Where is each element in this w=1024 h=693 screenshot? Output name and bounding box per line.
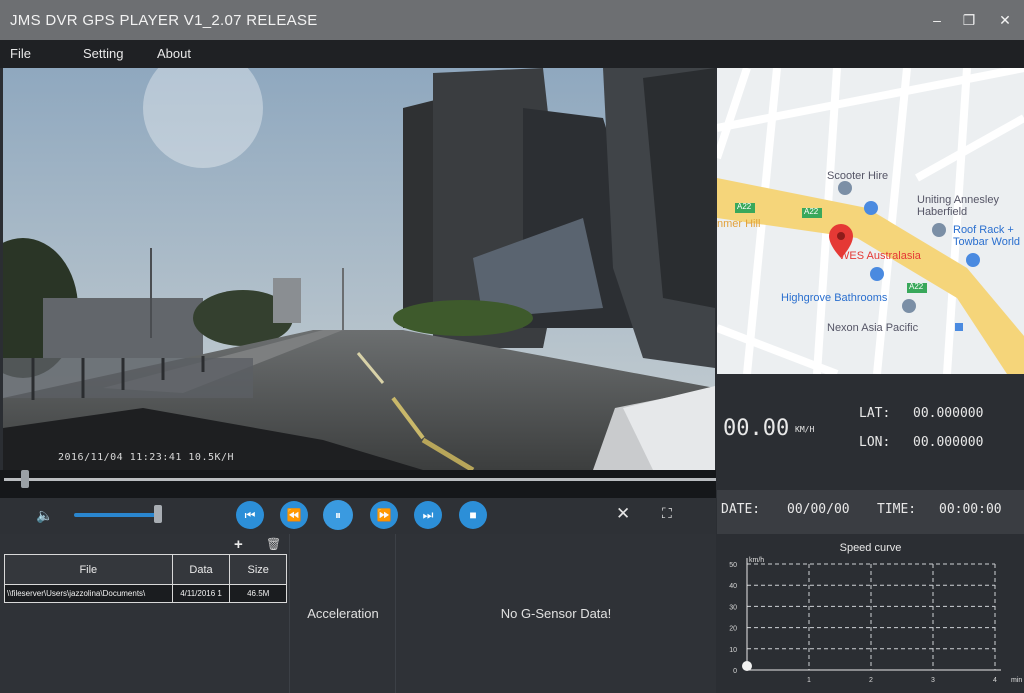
longitude-label: LON: (859, 435, 891, 450)
next-button[interactable]: ⏭ (414, 501, 442, 529)
y-tick-label: 0 (733, 668, 737, 675)
speed-data-point (742, 661, 752, 671)
gps-info-panel: 00.00 KM/H LAT: 00.000000 LON: 00.000000… (717, 374, 1024, 534)
dashcam-scene (3, 68, 715, 470)
pause-button[interactable]: ⏸ (323, 500, 353, 530)
file-list-panel: + 🗑 File Data Size \\fileserver\Users\ja… (0, 534, 290, 693)
video-frame[interactable] (3, 68, 715, 470)
window-title: JMS DVR GPS PLAYER V1_2.07 RELEASE (10, 12, 318, 29)
bottom-panel: + 🗑 File Data Size \\fileserver\Users\ja… (0, 534, 716, 693)
file-size-cell[interactable]: 46.5M (229, 584, 287, 603)
date-label: DATE: (721, 502, 761, 517)
map-label-scooter-hire: Scooter Hire (827, 170, 889, 182)
latitude-label: LAT: (859, 406, 891, 421)
file-path-cell[interactable]: \\fileserver\Users\jazzolina\Documents\ (4, 584, 173, 603)
maximize-button[interactable]: ❐ (956, 8, 982, 32)
map-label-road-a22-1: A22 (737, 202, 752, 211)
map-label-road-a22-3: A22 (909, 282, 924, 291)
speed-readout: 00.00 (723, 416, 790, 441)
menu-setting[interactable]: Setting (83, 46, 123, 61)
volume-slider[interactable] (74, 513, 158, 517)
add-file-button[interactable]: + (234, 536, 243, 553)
close-video-button[interactable]: ✕ (616, 504, 630, 524)
y-axis-label: km/h (749, 557, 764, 564)
menu-bar: File Setting About (0, 40, 1024, 68)
y-tick-label: 20 (729, 626, 737, 633)
file-table: File Data Size \\fileserver\Users\jazzol… (4, 554, 287, 603)
y-tick-label: 50 (729, 562, 737, 569)
menu-about[interactable]: About (157, 46, 191, 61)
minimize-button[interactable]: – (924, 8, 950, 32)
menu-file[interactable]: File (10, 46, 31, 61)
date-value: 00/00/00 (787, 502, 850, 517)
map-label-highgrove: Highgrove Bathrooms (781, 292, 888, 304)
file-date-cell[interactable]: 4/11/2016 1 (171, 584, 231, 603)
seek-track[interactable] (4, 478, 716, 481)
date-time-row: DATE: 00/00/00 TIME: 00:00:00 (717, 490, 1024, 534)
close-window-button[interactable]: ✕ (992, 8, 1018, 32)
seek-handle[interactable] (21, 470, 30, 488)
time-label: TIME: (877, 502, 917, 517)
speed-unit: KM/H (795, 425, 815, 434)
x-tick-label: 3 (931, 677, 935, 684)
stop-button[interactable]: ■ (459, 501, 487, 529)
speaker-icon[interactable]: 🔈 (36, 507, 53, 523)
seek-bar[interactable] (0, 470, 716, 498)
time-value: 00:00:00 (939, 502, 1002, 517)
map-label-uniting: Uniting Annesley Haberfield (917, 194, 999, 218)
longitude-value: 00.000000 (913, 435, 984, 450)
map-label-hill: nmer Hill (717, 218, 761, 230)
speed-curve-panel: Speed curve 0 10 20 30 40 50 1 2 3 4 km/h min (717, 534, 1024, 693)
column-header-data[interactable]: Data (171, 554, 231, 585)
map-view[interactable]: Scooter Hire Uniting Annesley Haberfield… (717, 68, 1024, 374)
map-label-road-a22-2: A22 (804, 207, 819, 216)
fullscreen-button[interactable]: ⛶ (662, 505, 672, 522)
delete-file-icon[interactable]: 🗑 (266, 537, 281, 551)
y-tick-label: 30 (729, 604, 737, 611)
x-tick-label: 1 (807, 677, 811, 684)
rewind-button[interactable]: ⏪ (280, 501, 308, 529)
speed-curve-chart: 0 10 20 30 40 50 1 2 3 4 km/h min (729, 557, 1022, 684)
map-label-marker: WES Australasia (839, 250, 921, 262)
gsensor-panel: No G-Sensor Data! (396, 534, 716, 693)
title-bar: JMS DVR GPS PLAYER V1_2.07 RELEASE – ❐ ✕ (0, 0, 1024, 40)
x-tick-label: 2 (869, 677, 873, 684)
fast-forward-button[interactable]: ⏩ (370, 501, 398, 529)
acceleration-panel: Acceleration (290, 534, 396, 693)
x-axis-label: min (1011, 677, 1022, 684)
playback-controls: 🔈 ⏮ ⏪ ⏸ ⏩ ⏭ ■ ✕ ⛶ (0, 498, 716, 534)
y-tick-label: 40 (729, 583, 737, 590)
gsensor-message: No G-Sensor Data! (500, 606, 612, 621)
volume-handle[interactable] (154, 505, 162, 523)
y-tick-label: 10 (729, 647, 737, 654)
table-row[interactable]: \\fileserver\Users\jazzolina\Documents\ … (4, 584, 287, 603)
map-label-roof-rack: Roof Rack + Towbar World (953, 224, 1021, 248)
column-header-file[interactable]: File (4, 554, 173, 585)
column-header-size[interactable]: Size (229, 554, 287, 585)
x-tick-label: 4 (993, 677, 997, 684)
map-label-nexon: Nexon Asia Pacific (827, 322, 919, 334)
acceleration-label: Acceleration (307, 606, 379, 621)
latitude-value: 00.000000 (913, 406, 984, 421)
previous-button[interactable]: ⏮ (236, 501, 264, 529)
video-timestamp: 2016/11/04 11:23:41 10.5K/H (58, 452, 235, 463)
